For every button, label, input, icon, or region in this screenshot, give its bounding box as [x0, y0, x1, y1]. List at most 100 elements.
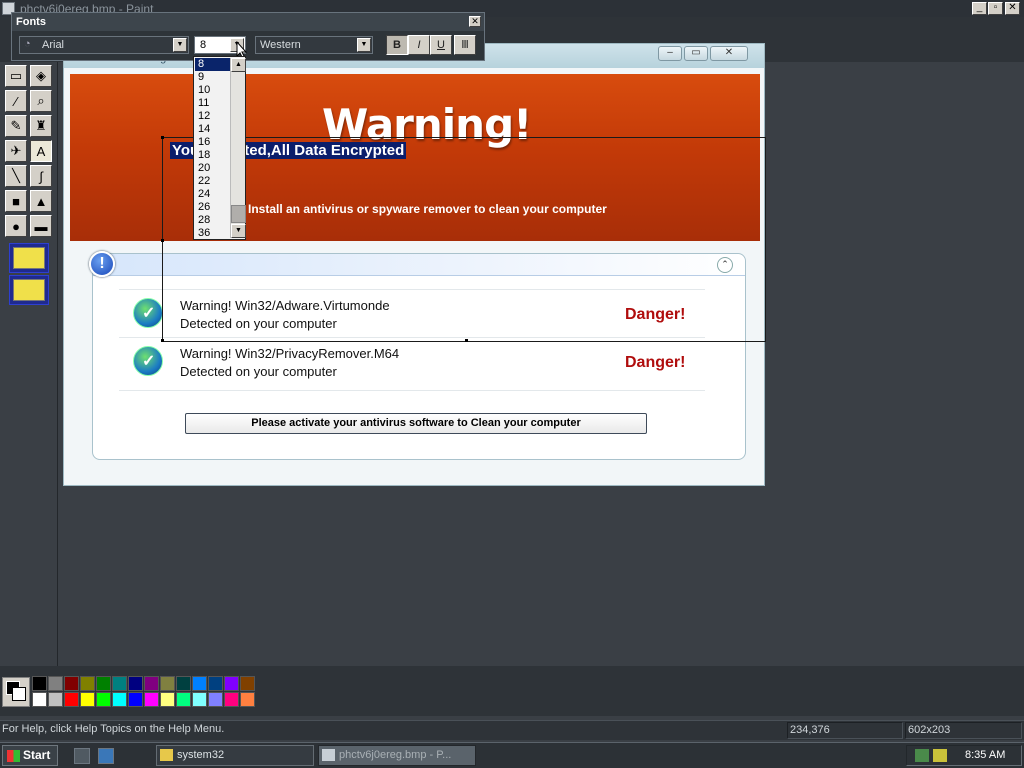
- selection-handle[interactable]: [161, 136, 164, 139]
- palette-swatch[interactable]: [224, 692, 239, 707]
- paint-icon: [322, 749, 335, 761]
- scroll-thumb[interactable]: [231, 205, 246, 223]
- danger-label: Danger!: [625, 354, 686, 371]
- palette-swatch[interactable]: [192, 692, 207, 707]
- palette-swatch[interactable]: [112, 676, 127, 691]
- threat-row: ✓ Warning! Win32/PrivacyRemover.M64 Dete…: [119, 337, 705, 391]
- font-size-dropdown-list[interactable]: 8 9 10 11 12 14 16 18 20 22 24 26 28 36 …: [193, 56, 246, 240]
- font-size-option[interactable]: 8: [195, 58, 230, 71]
- selection-handle[interactable]: [161, 339, 164, 342]
- show-desktop-icon[interactable]: [74, 748, 90, 764]
- current-colors-indicator: [2, 677, 30, 707]
- security-icon[interactable]: [933, 749, 947, 762]
- font-size-option[interactable]: 14: [195, 123, 230, 136]
- polygon-tool-icon[interactable]: ▲: [30, 190, 52, 212]
- start-button[interactable]: Start: [2, 745, 58, 766]
- palette-swatch[interactable]: [192, 676, 207, 691]
- vertical-text-button[interactable]: Ⅲ: [454, 35, 476, 55]
- font-size-option[interactable]: 36: [195, 227, 230, 240]
- color-box: [0, 666, 1024, 716]
- palette-swatch[interactable]: [176, 676, 191, 691]
- selection-handle[interactable]: [161, 239, 164, 242]
- font-size-option[interactable]: 18: [195, 149, 230, 162]
- palette-swatch[interactable]: [160, 676, 175, 691]
- font-name-select[interactable]: ◔ Arial ▼: [19, 36, 189, 54]
- pencil-tool-icon[interactable]: ✎: [5, 115, 27, 137]
- palette-swatch[interactable]: [32, 692, 47, 707]
- palette-swatch[interactable]: [128, 692, 143, 707]
- opaque-background-option-icon[interactable]: [9, 243, 49, 273]
- palette-swatch[interactable]: [48, 692, 63, 707]
- font-type-icon: ◔: [24, 38, 31, 50]
- palette-swatch[interactable]: [160, 692, 175, 707]
- selection-handle[interactable]: [465, 339, 468, 342]
- magnifier-tool-icon[interactable]: ⌕: [30, 90, 52, 112]
- threat-name: Warning! Win32/PrivacyRemover.M64: [180, 346, 400, 361]
- ellipse-tool-icon[interactable]: ●: [5, 215, 27, 237]
- palette-swatch[interactable]: [96, 676, 111, 691]
- font-size-option[interactable]: 20: [195, 162, 230, 175]
- palette-swatch[interactable]: [144, 692, 159, 707]
- font-size-option[interactable]: 9: [195, 71, 230, 84]
- palette-swatch[interactable]: [208, 692, 223, 707]
- fonts-toolbar-titlebar[interactable]: Fonts ✕: [12, 13, 484, 31]
- curve-tool-icon[interactable]: ∫: [30, 165, 52, 187]
- script-select[interactable]: Western ▼: [255, 36, 373, 54]
- palette-swatch[interactable]: [96, 692, 111, 707]
- eraser-tool-icon[interactable]: ▭: [5, 65, 27, 87]
- globe-shield-icon: ✓: [133, 298, 163, 328]
- palette-swatch[interactable]: [240, 692, 255, 707]
- font-size-option[interactable]: 26: [195, 201, 230, 214]
- font-size-option[interactable]: 28: [195, 214, 230, 227]
- palette-swatch[interactable]: [80, 692, 95, 707]
- palette-swatch[interactable]: [112, 692, 127, 707]
- scroll-up-icon[interactable]: ▲: [231, 58, 246, 72]
- palette-swatch[interactable]: [128, 676, 143, 691]
- network-icon[interactable]: [915, 749, 929, 762]
- rectangle-tool-icon[interactable]: ■: [5, 190, 27, 212]
- image-close-icon: ✕: [710, 46, 748, 61]
- palette-swatch[interactable]: [64, 676, 79, 691]
- task-button-paint[interactable]: phctv6j0ereg.bmp - P...: [318, 745, 476, 766]
- airbrush-tool-icon[interactable]: ✈: [5, 140, 27, 162]
- font-size-option[interactable]: 24: [195, 188, 230, 201]
- palette-swatch[interactable]: [224, 676, 239, 691]
- palette-swatch[interactable]: [144, 676, 159, 691]
- transparent-background-option-icon[interactable]: [9, 275, 49, 305]
- font-size-option[interactable]: 12: [195, 110, 230, 123]
- font-size-option[interactable]: 16: [195, 136, 230, 149]
- task-button-system32[interactable]: system32: [156, 745, 314, 766]
- palette-swatch[interactable]: [80, 676, 95, 691]
- quick-launch-icon[interactable]: [98, 748, 114, 764]
- text-selection-rectangle[interactable]: [161, 136, 766, 342]
- font-size-option[interactable]: 10: [195, 84, 230, 97]
- restore-button[interactable]: ▫: [988, 2, 1003, 15]
- chevron-down-icon[interactable]: ▼: [357, 38, 371, 52]
- font-size-option[interactable]: 22: [195, 175, 230, 188]
- threat-detected-text: Detected on your computer: [180, 364, 337, 379]
- color-picker-tool-icon[interactable]: ⁄: [5, 90, 27, 112]
- font-size-option[interactable]: 11: [195, 97, 230, 110]
- close-button[interactable]: ✕: [1005, 2, 1020, 15]
- bold-button[interactable]: B: [386, 35, 408, 55]
- italic-button[interactable]: I: [408, 35, 430, 55]
- palette-swatch[interactable]: [32, 676, 47, 691]
- font-size-scrollbar[interactable]: ▲ ▼: [230, 58, 246, 238]
- status-help-text: For Help, click Help Topics on the Help …: [2, 723, 225, 735]
- palette-swatch[interactable]: [240, 676, 255, 691]
- clock[interactable]: 8:35 AM: [965, 749, 1005, 761]
- brush-tool-icon[interactable]: ♜: [30, 115, 52, 137]
- fonts-close-button[interactable]: ✕: [469, 16, 481, 27]
- line-tool-icon[interactable]: ╲: [5, 165, 27, 187]
- chevron-down-icon[interactable]: ▼: [173, 38, 187, 52]
- palette-swatch[interactable]: [208, 676, 223, 691]
- palette-swatch[interactable]: [176, 692, 191, 707]
- fill-tool-icon[interactable]: ◈: [30, 65, 52, 87]
- palette-swatch[interactable]: [48, 676, 63, 691]
- text-tool-icon[interactable]: A: [30, 140, 52, 162]
- rounded-rect-tool-icon[interactable]: ▬: [30, 215, 52, 237]
- minimize-button[interactable]: _: [972, 2, 987, 15]
- underline-button[interactable]: U: [430, 35, 452, 55]
- scroll-down-icon[interactable]: ▼: [231, 224, 246, 238]
- palette-swatch[interactable]: [64, 692, 79, 707]
